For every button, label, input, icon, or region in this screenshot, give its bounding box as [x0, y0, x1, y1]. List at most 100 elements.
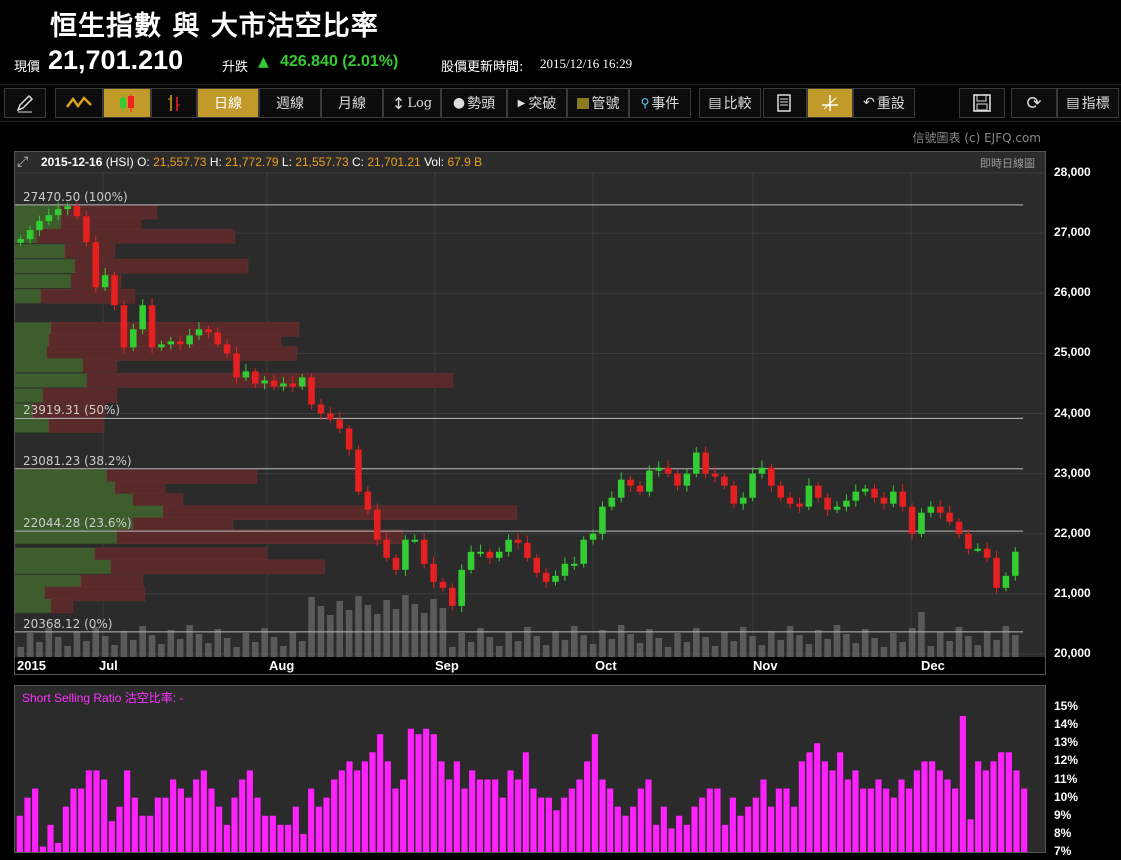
short-ratio-bar-113	[883, 788, 890, 852]
daily-button[interactable]: 日線	[197, 88, 259, 118]
reset-button[interactable]: ↶ 重設	[853, 88, 915, 118]
short-ratio-bar-128	[998, 752, 1005, 852]
volume-bar-40	[392, 609, 400, 657]
price-chart-svg[interactable]	[15, 152, 1045, 674]
volume-bar-23	[233, 647, 240, 657]
candle-body-94	[899, 491, 906, 507]
candlestick-button[interactable]	[103, 88, 151, 118]
volume-bar-27	[270, 637, 278, 657]
short-ratio-bar-65	[515, 779, 522, 852]
short-ratio-bar-114	[890, 797, 897, 852]
short-ratio-bar-18	[154, 797, 161, 852]
short-ratio-svg[interactable]	[15, 686, 1045, 852]
candle-body-85	[814, 485, 822, 498]
candle-body-28	[280, 383, 287, 387]
volume-bar-64	[617, 625, 625, 657]
short-ratio-bar-126	[982, 770, 989, 852]
candle-body-55	[533, 557, 541, 573]
candle-body-88	[843, 500, 850, 507]
short-ratio-bar-6	[62, 806, 69, 852]
volume-bar-90	[861, 629, 869, 657]
line-chart-button[interactable]	[55, 88, 103, 118]
short-ratio-bar-97	[760, 779, 767, 852]
volume-bar-99	[946, 641, 953, 657]
short-ratio-bar-32	[262, 815, 269, 852]
quote-bar: 現價 21,701.210 升跌 ▲ 426.840 (2.01%) 股價更新時…	[0, 44, 1121, 82]
profile-up-4	[15, 259, 75, 274]
candle-body-47	[458, 569, 465, 606]
profile-up-11	[15, 373, 87, 388]
signal-button[interactable]: 管號	[567, 88, 629, 118]
volume-bar-97	[927, 646, 935, 657]
short-ratio-bar-108	[844, 779, 851, 852]
candle-body-51	[495, 551, 503, 558]
short-ratio-bar-24	[200, 770, 207, 852]
save-button[interactable]	[959, 88, 1005, 118]
expand-icon[interactable]: ⤢	[17, 154, 28, 170]
indicators-button[interactable]: ▤ 指標	[1057, 88, 1119, 118]
candle-body-74	[711, 473, 719, 477]
momentum-button[interactable]: ● 勢頭	[441, 88, 507, 118]
short-ratio-panel[interactable]: Short Selling Ratio 沽空比率: -	[14, 685, 1046, 853]
ohlc-open-label: O:	[137, 155, 150, 169]
volume-bar-12	[130, 640, 137, 657]
ohlc-open: 21,557.73	[153, 155, 207, 169]
short-ratio-bar-89	[699, 797, 706, 852]
candle-body-3	[45, 215, 53, 222]
short-ratio-bar-23	[193, 779, 200, 852]
volume-bar-73	[702, 637, 709, 657]
ohlc-bar-button[interactable]	[151, 88, 197, 118]
short-ratio-bar-96	[752, 797, 759, 852]
profile-down-2	[36, 228, 236, 244]
price-y-tick-1: 27,000	[1054, 225, 1091, 240]
breakout-button[interactable]: ▶ 突破	[507, 88, 567, 118]
short-ratio-bar-109	[852, 770, 859, 852]
monthly-button[interactable]: 月線	[321, 88, 383, 118]
candle-body-17	[176, 341, 184, 345]
crosshair-button[interactable]	[807, 88, 853, 118]
short-ratio-bar-66	[522, 752, 529, 852]
short-ratio-bar-11	[101, 779, 108, 852]
short-ratio-bar-87	[683, 824, 690, 852]
volume-bar-43	[420, 613, 428, 657]
volume-bar-81	[777, 640, 785, 657]
candle-body-19	[195, 329, 203, 336]
candle-body-27	[270, 380, 278, 387]
document-icon	[777, 94, 791, 112]
candle-body-16	[167, 341, 175, 345]
short-ratio-bar-1	[24, 797, 31, 852]
log-scale-button[interactable]: ↕ Log	[383, 88, 441, 118]
ohlc-bar-icon	[168, 95, 180, 111]
weekly-button[interactable]: 週線	[259, 88, 321, 118]
short-ratio-bar-44	[354, 770, 361, 852]
short-ratio-bar-68	[538, 797, 545, 852]
events-button[interactable]: ⚲ 事件	[629, 88, 691, 118]
price-y-tick-4: 24,000	[1054, 405, 1091, 420]
short-ratio-bar-102	[798, 761, 805, 852]
candle-body-30	[298, 377, 306, 387]
volume-bar-92	[880, 647, 888, 657]
price-chart-panel[interactable]: ⤢ 2015-12-16 (HSI) O: 21,557.73 H: 21,77…	[14, 151, 1046, 675]
candle-body-72	[692, 452, 700, 474]
volume-bar-70	[674, 633, 681, 657]
short-ratio-bar-101	[791, 806, 798, 852]
volume-bar-1	[26, 633, 34, 657]
short-ratio-bar-78	[614, 806, 621, 852]
volume-bar-31	[308, 597, 315, 657]
price-y-tick-7: 21,000	[1054, 585, 1091, 600]
candle-body-62	[599, 506, 606, 534]
draw-pencil-button[interactable]	[4, 88, 46, 118]
notes-button[interactable]	[763, 88, 807, 118]
volume-bar-33	[327, 615, 334, 657]
log-label: Log	[407, 95, 433, 111]
volume-bar-101	[965, 636, 972, 657]
volume-bar-83	[796, 635, 803, 657]
compare-button[interactable]: ▤ 比較	[699, 88, 761, 118]
short-ratio-bar-85	[668, 828, 675, 852]
candle-body-13	[139, 305, 146, 330]
candle-body-86	[824, 497, 831, 510]
short-ratio-bar-103	[806, 752, 813, 852]
refresh-button[interactable]: ⟳	[1011, 88, 1057, 118]
ratio-y-tick-8: 7%	[1054, 844, 1072, 858]
short-ratio-bar-116	[906, 788, 913, 852]
